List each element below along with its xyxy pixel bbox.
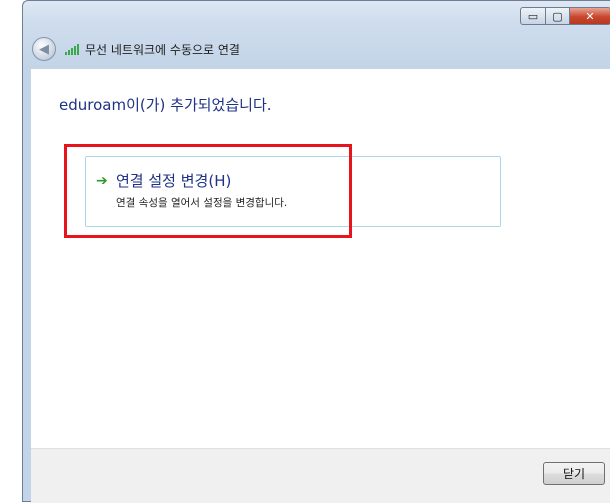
navigation-bar: ◀ 무선 네트워크에 수동으로 연결	[23, 31, 610, 69]
minimize-button[interactable]: ▭	[520, 7, 546, 25]
back-button[interactable]: ◀	[32, 37, 56, 61]
maximize-button[interactable]: ▢	[545, 7, 570, 25]
maximize-icon: ▢	[552, 9, 563, 23]
dialog-window: ▭ ▢ ✕ ◀ 무선 네트워크에 수동으로 연결 eduroam이(가) 추가되…	[22, 0, 610, 503]
title-bar: ▭ ▢ ✕	[23, 1, 610, 31]
back-arrow-icon: ◀	[39, 41, 49, 57]
annotation-highlight-box	[64, 144, 352, 238]
minimize-icon: ▭	[527, 9, 539, 23]
close-window-button[interactable]: ✕	[569, 7, 610, 25]
content-area: eduroam이(가) 추가되었습니다. ➔ 연결 설정 변경(H) 연결 속성…	[31, 69, 610, 448]
close-button[interactable]: 닫기	[543, 462, 605, 485]
dialog-title: 무선 네트워크에 수동으로 연결	[85, 43, 240, 57]
footer-bar: 닫기	[31, 448, 610, 503]
success-message: eduroam이(가) 추가되었습니다.	[59, 96, 272, 114]
wireless-signal-icon	[65, 43, 79, 55]
close-icon: ✕	[585, 9, 595, 23]
